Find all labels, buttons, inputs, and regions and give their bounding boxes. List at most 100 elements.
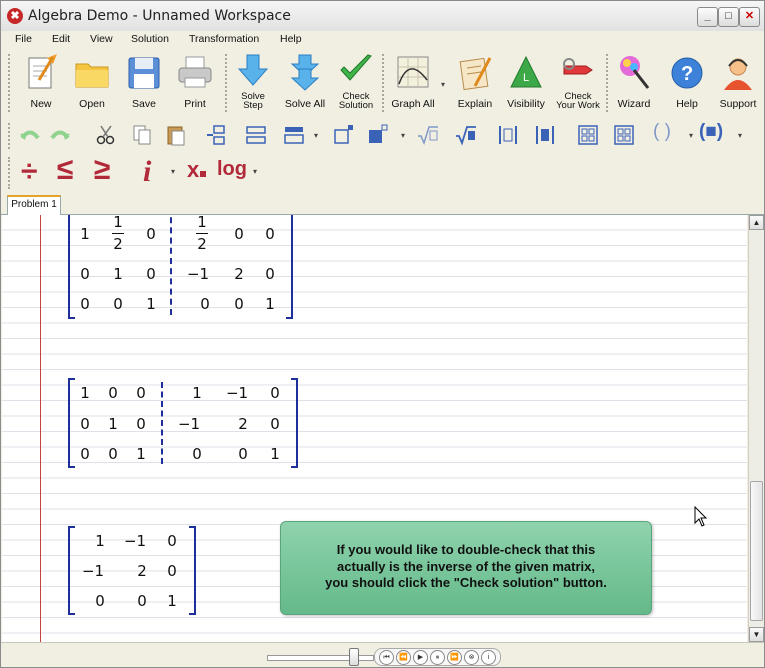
augmented-matrix-step-1: 1 1 2 0 1 2 0 0 0 1 0 −1 2 0 0 0 1 0 0 1 <box>68 215 293 319</box>
matrix-cell: 0 <box>238 445 248 463</box>
support-button[interactable]: Support <box>715 54 761 109</box>
rewind-icon[interactable]: ⏪ <box>396 650 411 665</box>
app-logo-icon: ✖ <box>7 8 23 24</box>
matrix-cell: 0 <box>270 384 280 402</box>
matrix-cell: 0 <box>234 295 244 313</box>
wizard-label: Wizard <box>617 98 651 110</box>
stop-icon[interactable]: ⊗ <box>464 650 479 665</box>
subscript-button[interactable]: x <box>187 157 207 183</box>
save-button[interactable]: Save <box>124 54 164 109</box>
matrix-icon[interactable] <box>577 124 599 146</box>
solve-all-button[interactable]: Solve All <box>280 54 330 109</box>
menu-transformation[interactable]: Transformation <box>189 33 259 45</box>
nth-root-icon[interactable] <box>455 124 477 146</box>
new-document-icon <box>28 54 57 89</box>
matrix-cell: 1 <box>95 532 105 550</box>
imaginary-unit-button[interactable]: i <box>143 155 151 189</box>
new-button[interactable]: New <box>21 54 61 109</box>
row-dropdown-icon[interactable]: ▾ <box>314 131 318 140</box>
print-button[interactable]: Print <box>175 54 215 109</box>
square-root-icon[interactable] <box>417 124 439 146</box>
toolbar-grip[interactable] <box>8 123 13 149</box>
play-icon[interactable]: ▶ <box>413 650 428 665</box>
matrix-cell: −1 <box>123 532 147 550</box>
merge-row-icon[interactable] <box>283 124 305 146</box>
greater-equal-symbol-button[interactable]: ≥ <box>94 153 110 187</box>
help-label: Help <box>676 98 698 110</box>
minimize-button[interactable]: _ <box>697 7 718 27</box>
scroll-thumb[interactable] <box>750 481 763 621</box>
open-button[interactable]: Open <box>71 54 113 109</box>
cut-icon[interactable] <box>95 124 117 146</box>
fast-forward-icon[interactable]: ⏩ <box>447 650 462 665</box>
visibility-label: Visibility <box>507 98 545 110</box>
menu-edit[interactable]: Edit <box>52 33 70 45</box>
divide-symbol-button[interactable]: ÷ <box>21 155 37 189</box>
less-equal-symbol-button[interactable]: ≤ <box>57 153 73 187</box>
vertical-scrollbar[interactable]: ▲ ▼ <box>748 215 764 642</box>
undo-icon[interactable] <box>19 124 41 146</box>
log-button[interactable]: log <box>217 158 247 181</box>
folder-icon <box>75 63 109 88</box>
bracket-box-button[interactable]: (■) <box>699 121 723 143</box>
split-row-icon[interactable] <box>245 124 267 146</box>
close-button[interactable]: ✕ <box>739 7 760 27</box>
abs-filled-icon[interactable] <box>534 124 556 146</box>
insert-row-icon[interactable] <box>206 124 228 146</box>
scroll-down-button[interactable]: ▼ <box>749 627 764 642</box>
visibility-button[interactable]: L Visibility <box>503 54 549 109</box>
matrix-cell: −1 <box>225 384 249 402</box>
matrix-cell: −1 <box>177 415 201 433</box>
parentheses-dropdown-icon[interactable]: ▾ <box>689 131 693 140</box>
pause-icon[interactable]: ⏸ <box>430 650 445 665</box>
imaginary-dropdown-icon[interactable]: ▾ <box>171 167 175 176</box>
menu-solution[interactable]: Solution <box>131 33 169 45</box>
parentheses-button[interactable]: ( ) <box>653 121 671 143</box>
toolbar-grip[interactable] <box>8 54 13 112</box>
paste-icon[interactable] <box>165 124 187 146</box>
abs-box-icon[interactable] <box>497 124 519 146</box>
menu-file[interactable]: File <box>15 33 32 45</box>
symbol-toolbar: ÷ ≤ ≥ i ▾ x log ▾ <box>1 153 764 193</box>
toolbar-grip[interactable] <box>8 157 13 189</box>
small-box-icon[interactable] <box>333 124 355 146</box>
problem-tab-strip: Problem 1 <box>1 194 764 215</box>
filled-box-icon[interactable] <box>367 124 389 146</box>
matrix-cell: 0 <box>167 562 177 580</box>
help-button[interactable]: ? Help <box>667 54 707 109</box>
tab-problem-1[interactable]: Problem 1 <box>7 195 61 215</box>
matrix-cell: 0 <box>80 295 90 313</box>
support-label: Support <box>719 98 757 110</box>
matrix-cell: 0 <box>270 415 280 433</box>
menu-help[interactable]: Help <box>280 33 302 45</box>
graph-all-label: Graph All <box>391 98 435 110</box>
augmented-matrix-icon[interactable] <box>613 124 635 146</box>
scroll-up-button[interactable]: ▲ <box>749 215 764 230</box>
box-dropdown-icon[interactable]: ▾ <box>401 131 405 140</box>
solve-step-button[interactable]: Solve Step <box>233 54 273 110</box>
new-label: New <box>30 98 52 110</box>
maximize-button[interactable]: □ <box>718 7 739 27</box>
matrix-cell: 0 <box>146 225 156 243</box>
matrix-cell: 1 <box>136 445 146 463</box>
copy-icon[interactable] <box>131 124 153 146</box>
matrix-cell: 2 <box>238 415 248 433</box>
bracket-dropdown-icon[interactable]: ▾ <box>738 131 742 140</box>
graph-all-button[interactable]: Graph All <box>388 54 438 109</box>
first-step-icon[interactable]: ⏮ <box>379 650 394 665</box>
hint-line-2: actually is the inverse of the given mat… <box>337 558 595 574</box>
info-icon[interactable]: i <box>481 650 496 665</box>
check-your-work-button[interactable]: Check Your Work <box>554 54 602 110</box>
log-dropdown-icon[interactable]: ▾ <box>253 167 257 176</box>
redo-icon[interactable] <box>49 124 71 146</box>
title-bar[interactable]: ✖ Algebra Demo - Unnamed Workspace _ □ ✕ <box>1 1 764 32</box>
wizard-button[interactable]: Wizard <box>613 54 655 109</box>
matrix-cell: 1 <box>146 295 156 313</box>
help-icon: ? <box>671 57 703 89</box>
menu-view[interactable]: View <box>90 33 113 45</box>
playback-slider-handle[interactable] <box>349 648 359 666</box>
fraction-bar <box>112 233 124 234</box>
explain-button[interactable]: Explain <box>454 54 496 109</box>
graph-dropdown-icon[interactable]: ▾ <box>441 80 445 89</box>
check-solution-button[interactable]: Check Solution <box>335 54 377 110</box>
